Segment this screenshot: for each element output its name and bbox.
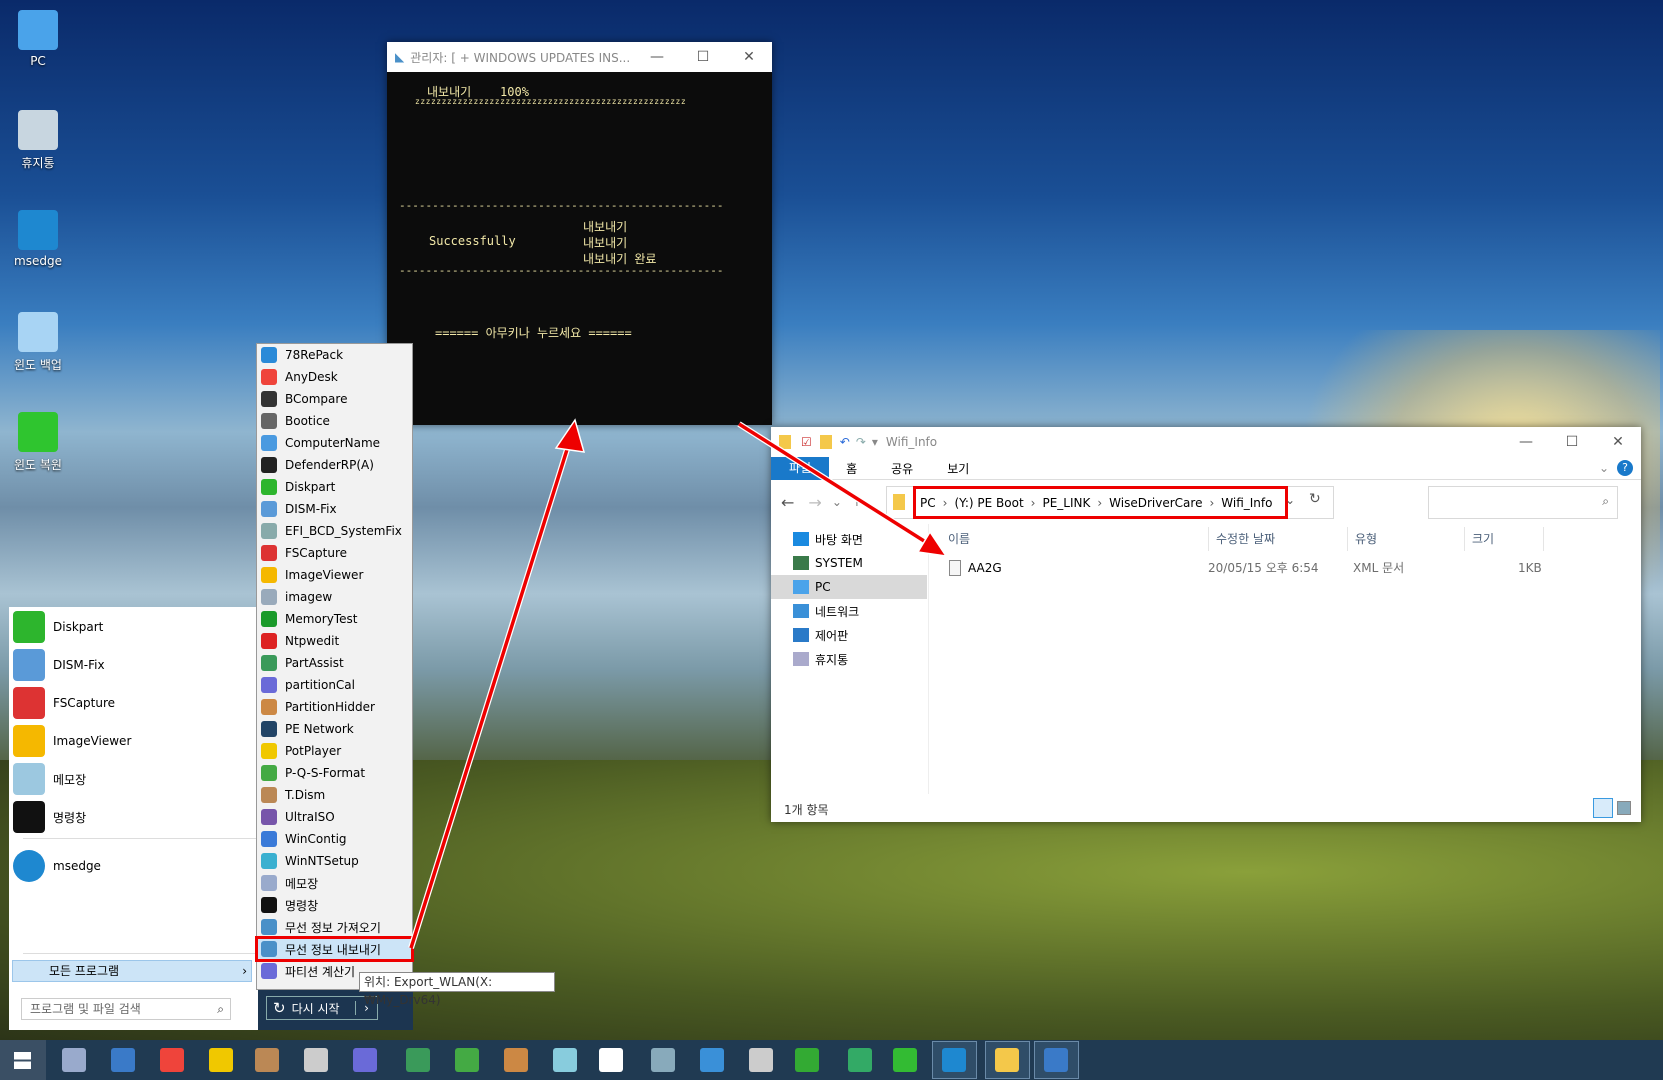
windows-logo-icon [14,1052,31,1069]
desktop-icon-label: 윈도 백업 [14,358,62,372]
desktop-icon-4[interactable]: 윈도 복원 [2,412,74,473]
arrow-to-file [738,422,933,548]
recycle-bin-icon [18,110,58,150]
taskbar [0,1040,1663,1080]
desktop-icon-label: 휴지통 [21,156,55,170]
arrow-to-console [409,439,572,949]
edge-icon [18,210,58,250]
desktop-icon-label: PC [30,54,46,68]
edge-icon[interactable] [942,1048,966,1072]
arrowhead-file [916,530,948,557]
desktop-icon-label: 윈도 복원 [14,458,62,472]
monitor-icon[interactable] [848,1048,872,1072]
restore-icon [18,412,58,452]
pe-network-icon[interactable] [62,1048,86,1072]
refresh-icon[interactable] [893,1048,917,1072]
defender-icon[interactable] [599,1048,623,1072]
backup-icon [18,312,58,352]
explorer-icon[interactable] [995,1048,1019,1072]
computername-icon[interactable] [700,1048,724,1072]
arrowhead-console [554,418,586,453]
desktop-icon-1[interactable]: 휴지통 [2,110,74,171]
efi-fix-icon[interactable] [749,1048,773,1072]
imagew-icon[interactable] [651,1048,675,1072]
desktop-icon-3[interactable]: 윈도 백업 [2,312,74,373]
partitioncal-icon[interactable] [353,1048,377,1072]
computer-icon [18,10,58,50]
annotation-arrows [408,418,948,949]
start-button[interactable] [0,1040,46,1080]
78repack-icon[interactable] [111,1048,135,1072]
tdism-icon[interactable] [255,1048,279,1072]
pqs-format-icon[interactable] [455,1048,479,1072]
desktop-icon-2[interactable]: msedge [2,210,74,268]
potplayer-icon[interactable] [209,1048,233,1072]
desktop-icon-label: msedge [14,254,62,268]
wlan-icon[interactable] [1044,1048,1068,1072]
desktop-icon-0[interactable]: PC [2,10,74,68]
partitionhidder-icon[interactable] [504,1048,528,1072]
anydesk-icon[interactable] [160,1048,184,1072]
bootice-icon[interactable] [304,1048,328,1072]
winntsetup-icon[interactable] [553,1048,577,1072]
hxd-icon[interactable] [795,1048,819,1072]
partassist-icon[interactable] [406,1048,430,1072]
